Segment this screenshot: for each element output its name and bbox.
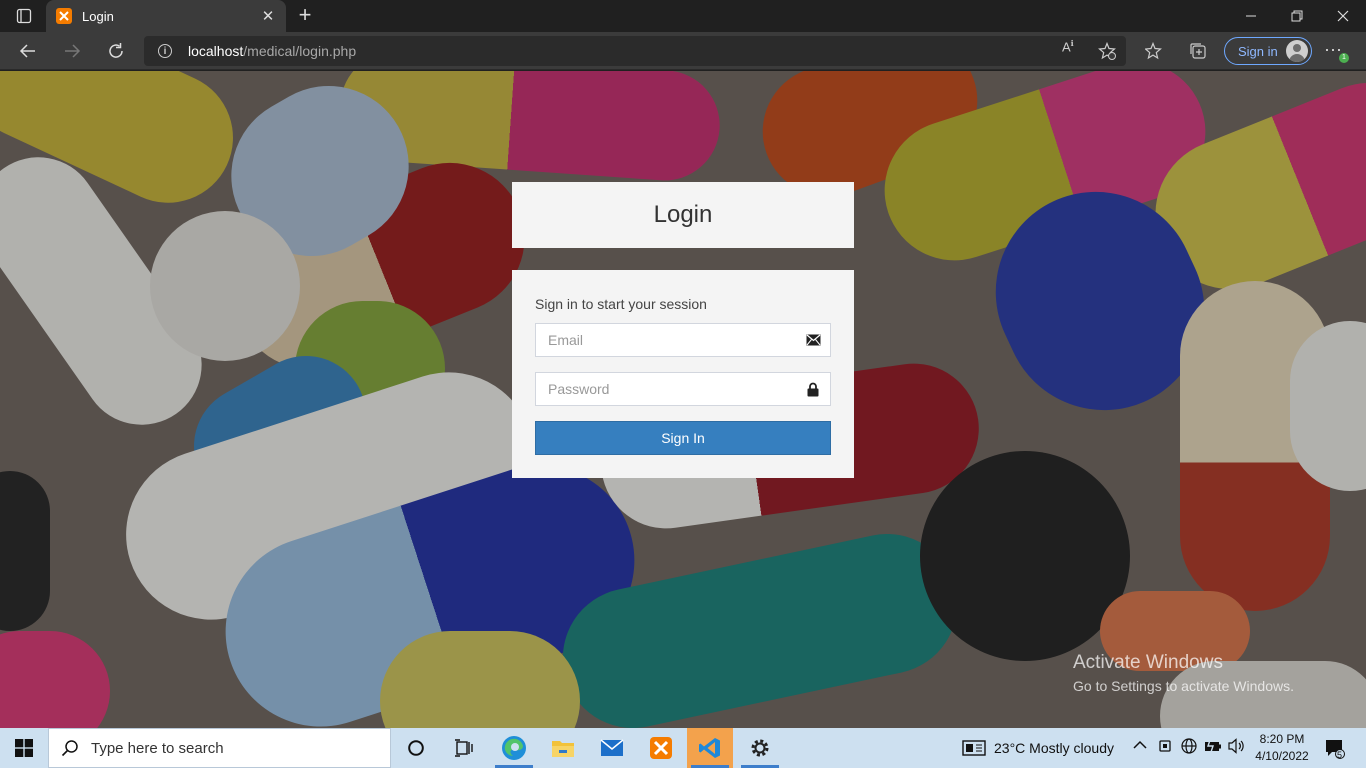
- login-message: Sign in to start your session: [535, 296, 707, 312]
- mail-icon: [600, 739, 624, 756]
- taskbar-search-box[interactable]: Type here to search: [48, 728, 391, 768]
- notification-count: 5: [1337, 750, 1343, 760]
- tray-chevron-up-icon[interactable]: [1133, 738, 1147, 755]
- task-view-icon: [455, 739, 473, 757]
- taskbar-edge-app[interactable]: [491, 728, 537, 768]
- envelope-icon: [796, 324, 830, 356]
- device-icon[interactable]: [1158, 738, 1172, 757]
- vscode-icon: [699, 738, 720, 758]
- close-icon: [1337, 10, 1349, 22]
- minimize-icon: [1246, 15, 1256, 17]
- refresh-button[interactable]: [101, 36, 131, 66]
- watermark-subtitle: Go to Settings to activate Windows.: [1073, 678, 1294, 694]
- battery-icon[interactable]: [1204, 739, 1222, 756]
- site-info-icon[interactable]: i: [158, 44, 172, 58]
- collections-button[interactable]: [1183, 36, 1213, 66]
- minimize-button[interactable]: [1228, 0, 1274, 32]
- signin-label: Sign in: [1238, 43, 1278, 59]
- login-logo-box: Login: [512, 182, 854, 248]
- taskbar-vscode-app[interactable]: [687, 728, 733, 768]
- favorites-button[interactable]: [1139, 36, 1169, 66]
- action-center-button[interactable]: 5: [1324, 737, 1346, 762]
- add-favorite-button[interactable]: [1092, 36, 1122, 66]
- address-bar[interactable]: i localhost/medical/login.php: [144, 36, 1126, 66]
- tab-close-icon[interactable]: ✕: [260, 7, 276, 25]
- windows-logo-icon: [15, 739, 33, 757]
- tab-actions-icon: [16, 8, 32, 24]
- password-input[interactable]: [536, 373, 796, 405]
- taskbar-settings-app[interactable]: [737, 728, 783, 768]
- taskbar-file-explorer[interactable]: [540, 728, 586, 768]
- favorites-icon: [1145, 42, 1162, 60]
- weather-icon[interactable]: [962, 740, 986, 759]
- back-arrow-icon: [19, 44, 35, 58]
- search-icon: [61, 740, 78, 757]
- restore-icon: [1291, 10, 1303, 22]
- activate-windows-watermark: Activate Windows Go to Settings to activ…: [1073, 652, 1294, 694]
- tab-title: Login: [82, 8, 114, 24]
- profile-avatar-icon: [1286, 40, 1308, 62]
- new-tab-button[interactable]: +: [292, 4, 318, 28]
- sign-in-button[interactable]: Sign In: [535, 421, 831, 455]
- tab-actions-button[interactable]: [8, 4, 40, 28]
- cortana-circle-icon: [408, 740, 424, 756]
- browser-toolbar: i localhost/medical/login.php Aℹ Sign in…: [0, 32, 1366, 70]
- star-add-icon: [1098, 42, 1116, 60]
- url-path: /medical/login.php: [243, 43, 357, 59]
- lock-icon: [796, 373, 830, 405]
- weather-text[interactable]: 23°C Mostly cloudy: [994, 740, 1114, 756]
- collections-icon: [1190, 43, 1206, 59]
- refresh-icon: [109, 43, 123, 58]
- notification-badge: 1: [1339, 53, 1349, 63]
- clock-time: 8:20 PM: [1259, 732, 1305, 746]
- browser-titlebar: Login ✕ +: [0, 0, 1366, 32]
- clock-date: 4/10/2022: [1255, 749, 1309, 763]
- forward-button[interactable]: [57, 36, 87, 66]
- login-title: Login: [653, 201, 713, 228]
- gear-icon: [751, 739, 769, 757]
- cortana-button[interactable]: [393, 728, 439, 768]
- notifications-icon: [1326, 740, 1345, 759]
- restore-button[interactable]: [1274, 0, 1320, 32]
- taskbar-mail-app[interactable]: [589, 728, 635, 768]
- search-placeholder: Type here to search: [91, 739, 224, 757]
- read-aloud-icon[interactable]: Aℹ: [1062, 39, 1074, 54]
- url-host: localhost: [188, 43, 244, 59]
- edge-browser-icon: [502, 736, 526, 760]
- settings-more-button[interactable]: ··· 1: [1324, 40, 1352, 63]
- password-field-group: [535, 372, 831, 406]
- volume-icon[interactable]: [1228, 738, 1246, 757]
- xampp-favicon-icon: [56, 8, 72, 24]
- email-input[interactable]: [536, 324, 796, 356]
- forward-arrow-icon: [65, 44, 81, 58]
- login-form: Sign in to start your session Sign In: [512, 270, 854, 478]
- browser-tab-login[interactable]: Login ✕: [46, 0, 286, 32]
- windows-taskbar: Type here to search 23°C Mostly cloudy 8…: [0, 728, 1366, 768]
- taskbar-xampp-app[interactable]: [638, 728, 684, 768]
- back-button[interactable]: [13, 36, 43, 66]
- xampp-icon: [650, 737, 672, 759]
- start-button[interactable]: [0, 728, 48, 768]
- network-globe-icon[interactable]: [1181, 738, 1197, 757]
- task-view-button[interactable]: [441, 728, 487, 768]
- folder-icon: [552, 741, 574, 757]
- watermark-title: Activate Windows: [1073, 652, 1223, 673]
- profile-signin-button[interactable]: Sign in: [1224, 37, 1312, 65]
- taskbar-clock[interactable]: 8:20 PM 4/10/2022: [1254, 731, 1310, 765]
- close-window-button[interactable]: [1320, 0, 1366, 32]
- email-field-group: [535, 323, 831, 357]
